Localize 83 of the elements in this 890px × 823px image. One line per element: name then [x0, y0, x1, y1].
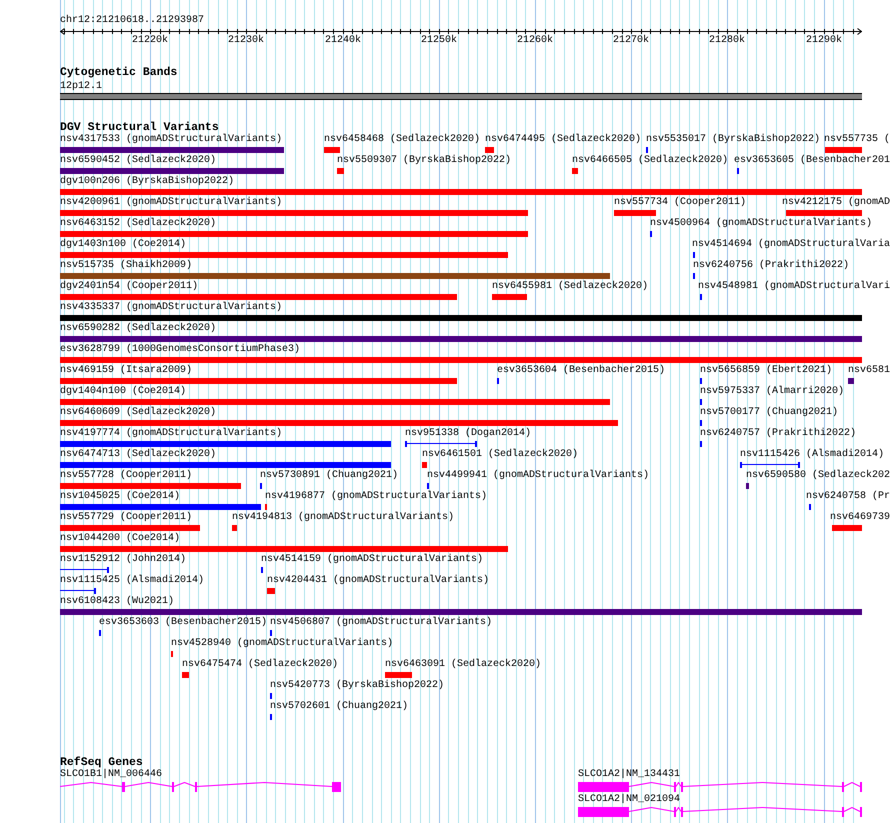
variant-label: nsv6463091 (Sedlazeck2020): [385, 659, 542, 670]
variant-label: nsv4528940 (gnomADStructuralVariants): [171, 638, 394, 649]
tick-label: 21260k: [517, 35, 553, 46]
variant-label: nsv5656859 (Ebert2021): [700, 365, 832, 376]
tick-label: 21230k: [228, 35, 264, 46]
gene-label: SLCO1A2|NM_021094: [578, 794, 680, 805]
variant-label: nsv5702601 (Chuang2021): [270, 701, 408, 712]
variant-label: nsv4212175 (gnomAD: [782, 197, 890, 208]
variant-label: dgv2401n54 (Cooper2011): [60, 281, 198, 292]
intron-line: [60, 782, 122, 787]
variant-label: dgv1404n100 (Coe2014): [60, 386, 186, 397]
exon: [578, 807, 629, 817]
variant-label: nsv1115425 (Alsmadi2014): [60, 575, 204, 586]
variant-label: nsv5730891 (Chuang2021): [260, 470, 398, 481]
variant-label: nsv5509307 (ByrskaBishop2022): [337, 155, 512, 166]
tick-label: 21250k: [421, 35, 457, 46]
variant-label: nsv4197774 (gnomADStructuralVariants): [60, 428, 282, 439]
variant-label: nsv6455981 (Sedlazeck2020): [492, 281, 648, 292]
variant-label: nsv4204431 (gnomADStructuralVariants): [267, 575, 490, 586]
location-label: chr12:21210618..21293987: [60, 15, 204, 26]
variant-label: nsv4500964 (gnomADStructuralVariants): [650, 218, 872, 229]
tick-label: 21280k: [709, 35, 745, 46]
track-title: Cytogenetic Bands: [60, 67, 178, 79]
variant-label: nsv557729 (Cooper2011): [60, 512, 192, 523]
variant-label: nsv4514694 (gnomADStructuralVaria: [692, 239, 890, 250]
track-title: DGV Structural Variants: [60, 122, 219, 134]
variant-label: nsv4506807 (gnomADStructuralVariants): [270, 617, 492, 628]
variant-label: nsv5700177 (Chuang2021): [700, 407, 838, 418]
variant-label: esv3653605 (Besenbacher201: [734, 155, 890, 166]
variant-label: nsv5975337 (Almarri2020): [700, 386, 844, 397]
variant-label: nsv1045025 (Coe2014): [60, 491, 180, 502]
variant-label: nsv5420773 (ByrskaBishop2022): [270, 680, 444, 691]
exon: [578, 782, 629, 792]
variant-label: nsv557735 (: [824, 134, 890, 145]
variant-label: nsv1044200 (Coe2014): [60, 533, 180, 544]
variant-label: nsv515735 (Shaikh2009): [60, 260, 192, 271]
variant-label: nsv4335337 (gnomADStructuralVariants): [60, 302, 282, 313]
tick-label: 21240k: [325, 35, 361, 46]
gene-label: SLCO1A2|NM_134431: [578, 769, 680, 780]
variant-label: nsv6474713 (Sedlazeck2020): [60, 449, 216, 460]
variant-label: nsv5535017 (ByrskaBishop2022): [646, 134, 820, 145]
variant-label: nsv6469739: [830, 512, 890, 523]
band-label: 12p12.1: [60, 81, 102, 92]
gene-label: SLCO1B1|NM_006446: [60, 769, 162, 780]
variant-label: nsv1152912 (John2014): [60, 554, 186, 565]
variant-label: dgv100n206 (ByrskaBishop2022): [60, 176, 234, 187]
variant-label: nsv4317533 (gnomADStructuralVariants): [60, 134, 282, 145]
tick-label: 21220k: [132, 35, 168, 46]
variant-label: nsv6590580 (Sedlazeck202: [746, 470, 890, 481]
variant-label: nsv6240756 (Prakrithi2022): [693, 260, 850, 271]
variant-label: nsv6460609 (Sedlazeck2020): [60, 407, 216, 418]
exon: [122, 782, 125, 792]
variant-label: nsv6240757 (Prakrithi2022): [700, 428, 856, 439]
variant-label: nsv469159 (Itsara2009): [60, 365, 192, 376]
exon: [332, 782, 341, 792]
variant-label: nsv1115426 (Alsmadi2014): [740, 449, 884, 460]
variant-label: nsv6474495 (Sedlazeck2020): [485, 134, 642, 145]
variant-label: nsv6590452 (Sedlazeck2020): [60, 155, 216, 166]
variant-label: nsv4200961 (gnomADStructuralVariants): [60, 197, 282, 208]
variant-label: nsv6581: [848, 365, 890, 376]
tick-label: 21290k: [806, 35, 842, 46]
variant-label: nsv6466505 (Sedlazeck2020): [572, 155, 728, 166]
variant-label: nsv6108423 (Wu2021): [60, 596, 174, 607]
track-title: RefSeq Genes: [60, 757, 143, 769]
variant-label: nsv4514159 (gnomADStructuralVariants): [261, 554, 484, 565]
variant-label: nsv6463152 (Sedlazeck2020): [60, 218, 216, 229]
variant-label: nsv557734 (Cooper2011): [614, 197, 746, 208]
variant-label: nsv4196877 (gnomADStructuralVariants): [265, 491, 488, 502]
variant-label: dgv1403n100 (Coe2014): [60, 239, 186, 250]
variant-label: esv3628799 (1000GenomesConsortiumPhase3): [60, 344, 300, 355]
variant-label: nsv4499941 (gnomADStructuralVariants): [427, 470, 650, 481]
variant-label: esv3653604 (Besenbacher2015): [497, 365, 666, 376]
variant-label: esv3653603 (Besenbacher2015): [99, 617, 268, 628]
variant-label: nsv4194813 (gnomADStructuralVariants): [232, 512, 454, 523]
variant-label: nsv6461501 (Sedlazeck2020): [422, 449, 578, 460]
variant-label: nsv4548981 (gnomADStructuralVari: [698, 281, 890, 292]
variant-label: nsv557728 (Cooper2011): [60, 470, 192, 481]
variant-label: nsv951338 (Dogan2014): [405, 428, 532, 439]
variant-label: nsv6475474 (Sedlazeck2020): [182, 659, 338, 670]
variant-label: nsv6240758 (Pr: [806, 491, 890, 502]
variant-label: nsv6590282 (Sedlazeck2020): [60, 323, 216, 334]
variant-label: nsv6458468 (Sedlazeck2020): [324, 134, 480, 145]
tick-label: 21270k: [613, 35, 649, 46]
